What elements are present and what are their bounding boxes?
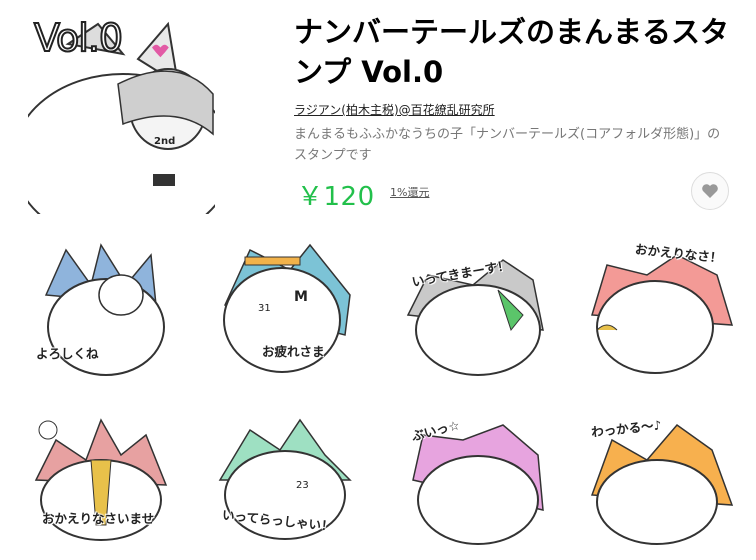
sticker-item[interactable]: わっかる～♪ [587, 410, 737, 560]
sticker-illustration [223, 243, 351, 373]
sticker-item[interactable]: よろしくね [26, 235, 176, 385]
sticker-illustration [44, 243, 165, 376]
sticker-grid: よろしくね 31 M お疲れさま いってきまーす！ おかえりなさ！ おかえりなさ… [0, 225, 756, 548]
sticker-tag: 31 [258, 303, 271, 314]
sticker-tag: 23 [296, 480, 309, 491]
sticker-item[interactable]: ぶいっ☆ [403, 410, 553, 560]
price-label: ￥120 [297, 182, 375, 212]
pack-cover-image: Vol.0 2nd [28, 14, 215, 214]
heart-icon [702, 184, 718, 198]
pack-title: ナンバーテールズのまんまるスタンプ Vol.0 [294, 15, 730, 89]
cover-volume-label: Vol.0 [33, 15, 124, 61]
sticker-item[interactable]: いってきまーす！ [403, 235, 553, 385]
sticker-illustration [34, 418, 168, 541]
sticker-pack-header: Vol.0 2nd ナンバーテールズのまんまるスタンプ Vol.0 ラジアン(柏… [0, 0, 756, 220]
sticker-illustration [218, 418, 352, 540]
sticker-item[interactable]: おかえりなさ！ [587, 235, 737, 385]
pack-description: まんまるもふふかなうちの子「ナンバーテールズ(コアフォルダ形態)」のスタンプです [294, 127, 721, 163]
favorite-button[interactable] [691, 172, 729, 210]
refund-link[interactable]: 1%還元 [390, 184, 429, 200]
sticker-caption: お疲れさま [262, 344, 325, 359]
sticker-caption: よろしくね [36, 346, 99, 361]
sticker-caption: おかえりなさいませ [42, 511, 155, 526]
cover-tag: 2nd [154, 136, 176, 147]
sticker-illustration [406, 259, 544, 376]
sticker-tag: M [294, 289, 308, 305]
author-link[interactable]: ラジアン(柏木主税)@百花繚乱研究所 [294, 101, 495, 118]
sticker-item[interactable]: 23 いってらっしゃい！ [210, 410, 360, 560]
sticker-item[interactable]: 31 M お疲れさま [210, 235, 360, 385]
sticker-item[interactable]: おかえりなさいませ [26, 410, 176, 560]
